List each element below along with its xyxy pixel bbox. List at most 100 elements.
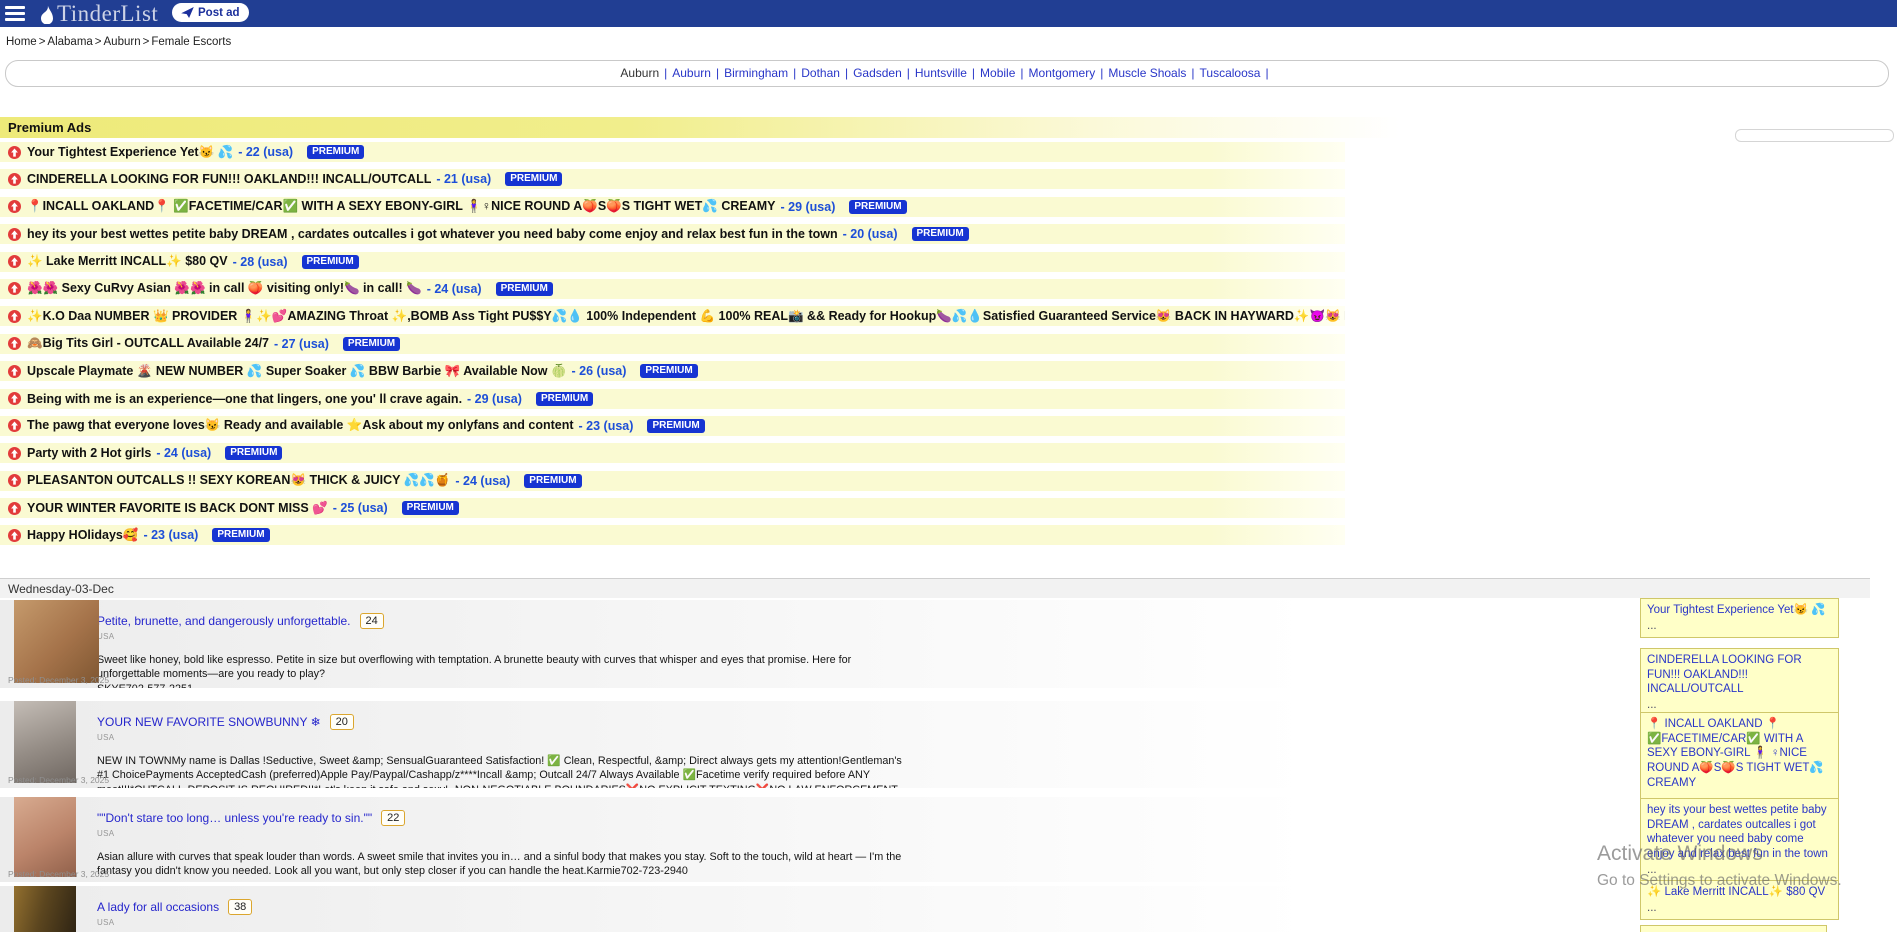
premium-ad-age[interactable]: - 25 (usa) <box>333 501 388 515</box>
sidebar-ad-link[interactable]: Your Tightest Experience Yet😼 💦 <box>1647 603 1832 618</box>
listing-thumbnail[interactable] <box>14 886 76 932</box>
top-right-empty-box <box>1735 129 1894 142</box>
premium-ad-title-link[interactable]: Your Tightest Experience Yet😼 💦 <box>27 145 233 160</box>
premium-ad-row: Being with me is an experience—one that … <box>0 389 1345 409</box>
breadcrumb: Home>Alabama>Auburn>Female Escorts <box>6 36 231 48</box>
premium-ad-title-link[interactable]: 🌺🌺 Sexy CuRvy Asian 🌺🌺 in call 🍑 visitin… <box>27 281 422 296</box>
sidebar-ad-ellipsis: ... <box>1647 863 1832 878</box>
premium-ad-age[interactable]: - 23 (usa) <box>579 419 634 433</box>
sidebar-ad-ellipsis: ... <box>1647 698 1832 713</box>
premium-ad-title-link[interactable]: ✨K.O Daa NUMBER 👑 PROVIDER 🧍‍♀️✨💕AMAZING… <box>27 309 1345 324</box>
city-separator: | <box>1191 66 1194 80</box>
city-link[interactable]: Montgomery <box>1029 66 1096 80</box>
premium-ad-title-link[interactable]: Being with me is an experience—one that … <box>27 392 462 406</box>
sidebar-ad-link[interactable]: 📍 INCALL OAKLAND 📍 ✅FACETIME/CAR✅ WITH A… <box>1647 717 1832 791</box>
up-arrow-icon <box>8 392 21 405</box>
premium-ad-age[interactable]: - 24 (usa) <box>427 282 482 296</box>
listing-title-link[interactable]: A lady for all occasions <box>97 900 219 914</box>
city-link[interactable]: Gadsden <box>853 66 902 80</box>
site-logo[interactable]: TinderList <box>38 0 158 27</box>
premium-badge: PREMIUM <box>640 364 697 378</box>
city-link[interactable]: Dothan <box>801 66 840 80</box>
post-ad-button[interactable]: Post ad <box>172 3 249 22</box>
premium-ad-title-link[interactable]: YOUR WINTER FAVORITE IS BACK DONT MISS 💕 <box>27 501 328 516</box>
premium-ad-title-link[interactable]: hey its your best wettes petite baby DRE… <box>27 227 838 241</box>
sidebar-ad-link[interactable]: ✨ Lake Merritt INCALL✨ $80 QV <box>1647 885 1832 900</box>
listing-title-link[interactable]: Petite, brunette, and dangerously unforg… <box>97 614 351 628</box>
listing-age-badge: 22 <box>381 810 405 826</box>
date-header: Wednesday-03-Dec <box>0 578 1870 598</box>
up-arrow-icon <box>8 337 21 350</box>
premium-ad-row: The pawg that everyone loves😼 Ready and … <box>0 416 1345 436</box>
premium-ad-age[interactable]: - 26 (usa) <box>572 364 627 378</box>
premium-ad-age[interactable]: - 27 (usa) <box>274 337 329 351</box>
premium-ad-title-link[interactable]: ✨ Lake Merritt INCALL✨ $80 QV <box>27 254 228 269</box>
sidebar-ad-box: hey its your best wettes petite baby DRE… <box>1640 798 1839 883</box>
premium-ad-title-link[interactable]: Party with 2 Hot girls <box>27 446 151 460</box>
premium-ad-title-link[interactable]: 📍INCALL OAKLAND📍 ✅FACETIME/CAR✅ WITH A S… <box>27 199 776 214</box>
breadcrumb-link[interactable]: Female Escorts <box>151 36 231 48</box>
premium-ad-age[interactable]: - 21 (usa) <box>436 172 491 186</box>
premium-ads-heading: Premium Ads <box>0 117 1400 138</box>
premium-ad-title-link[interactable]: Happy HOlidays🥰 <box>27 528 138 543</box>
listing-description: NEW IN TOWNMy name is Dallas !Seductive,… <box>97 754 915 788</box>
city-link[interactable]: Muscle Shoals <box>1108 66 1186 80</box>
premium-ad-title-link[interactable]: Upscale Playmate 🌋 NEW NUMBER 💦 Super So… <box>27 364 567 379</box>
premium-ad-row: 🌺🌺 Sexy CuRvy Asian 🌺🌺 in call 🍑 visitin… <box>0 279 1345 299</box>
premium-ad-age[interactable]: - 29 (usa) <box>781 200 836 214</box>
premium-ad-age[interactable]: - 28 (usa) <box>233 255 288 269</box>
sidebar-ad-box: CINDERELLA LOOKING FOR FUN!!! OAKLAND!!!… <box>1640 648 1839 718</box>
premium-ad-age[interactable]: - 22 (usa) <box>238 145 293 159</box>
city-separator: | <box>1100 66 1103 80</box>
city-link[interactable]: Birmingham <box>724 66 788 80</box>
city-link[interactable]: Mobile <box>980 66 1015 80</box>
premium-ad-title-link[interactable]: PLEASANTON OUTCALLS !! SEXY KOREAN😻 THIC… <box>27 473 450 488</box>
premium-badge: PREMIUM <box>212 528 269 542</box>
city-link[interactable]: Huntsville <box>915 66 967 80</box>
city-separator: | <box>664 66 667 80</box>
premium-ad-age[interactable]: - 23 (usa) <box>143 528 198 542</box>
premium-ad-age[interactable]: - 24 (usa) <box>455 474 510 488</box>
listing-title-link[interactable]: YOUR NEW FAVORITE SNOWBUNNY ❄ <box>97 715 321 729</box>
premium-ad-title-link[interactable]: 🙈Big Tits Girl - OUTCALL Available 24/7 <box>27 336 269 351</box>
city-separator: | <box>793 66 796 80</box>
premium-ad-age[interactable]: - 24 (usa) <box>156 446 211 460</box>
listing-thumbnail[interactable] <box>14 797 76 877</box>
listing-title-link[interactable]: ""Don't stare too long… unless you're re… <box>97 811 372 825</box>
premium-ad-title-link[interactable]: The pawg that everyone loves😼 Ready and … <box>27 418 574 433</box>
sidebar-ad-box: 📍 INCALL OAKLAND 📍 ✅FACETIME/CAR✅ WITH A… <box>1640 712 1839 811</box>
breadcrumb-link[interactable]: Auburn <box>104 36 141 48</box>
premium-ad-row: CINDERELLA LOOKING FOR FUN!!! OAKLAND!!!… <box>0 169 1345 189</box>
city-link[interactable]: Tuscaloosa <box>1200 66 1261 80</box>
premium-badge: PREMIUM <box>536 392 593 406</box>
premium-ad-age[interactable]: - 29 (usa) <box>467 392 522 406</box>
listing-description: Sweet like honey, bold like espresso. Pe… <box>97 653 915 682</box>
sidebar-ad-link[interactable]: hey its your best wettes petite baby DRE… <box>1647 803 1832 862</box>
breadcrumb-separator: > <box>39 36 46 48</box>
premium-ad-age[interactable]: - 20 (usa) <box>843 227 898 241</box>
breadcrumb-link[interactable]: Alabama <box>47 36 92 48</box>
premium-badge: PREMIUM <box>912 227 969 241</box>
sidebar-ad-link[interactable]: CINDERELLA LOOKING FOR FUN!!! OAKLAND!!!… <box>1647 653 1832 697</box>
paper-plane-icon <box>181 7 194 18</box>
premium-badge: PREMIUM <box>225 446 282 460</box>
city-separator: | <box>845 66 848 80</box>
premium-badge: PREMIUM <box>647 419 704 433</box>
listing-row: ""Don't stare too long… unless you're re… <box>0 797 1745 882</box>
premium-ad-title-link[interactable]: CINDERELLA LOOKING FOR FUN!!! OAKLAND!!!… <box>27 172 431 186</box>
premium-ad-row: Happy HOlidays🥰 - 23 (usa) PREMIUM <box>0 525 1345 545</box>
city-link[interactable]: Auburn <box>672 66 711 80</box>
premium-ad-row: Upscale Playmate 🌋 NEW NUMBER 💦 Super So… <box>0 361 1345 381</box>
premium-ad-row: Party with 2 Hot girls - 24 (usa) PREMIU… <box>0 443 1345 463</box>
up-arrow-icon <box>8 173 21 186</box>
up-arrow-icon <box>8 200 21 213</box>
up-arrow-icon <box>8 310 21 323</box>
listing-age-badge: 20 <box>330 714 354 730</box>
menu-icon[interactable] <box>3 3 27 24</box>
city-link[interactable]: Auburn <box>620 66 659 80</box>
listing-thumbnail[interactable] <box>14 701 76 783</box>
listing-row: Petite, brunette, and dangerously unforg… <box>0 600 1745 688</box>
breadcrumb-link[interactable]: Home <box>6 36 37 48</box>
premium-badge: PREMIUM <box>307 145 364 159</box>
listing-thumbnail[interactable] <box>14 600 99 683</box>
